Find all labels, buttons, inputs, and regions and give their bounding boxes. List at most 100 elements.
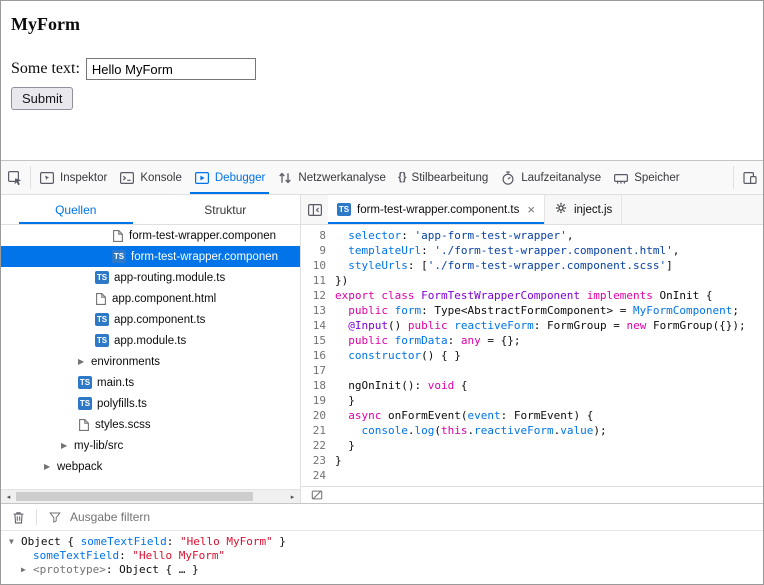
- tree-item-my-lib-src[interactable]: ▶my-lib/src: [1, 435, 300, 456]
- tree-item-app-component-html[interactable]: app.component.html: [1, 288, 300, 309]
- tree-item-polyfills-ts[interactable]: TSpolyfills.ts: [1, 393, 300, 414]
- responsive-design-mode-button[interactable]: [736, 161, 763, 194]
- page-title: MyForm: [11, 14, 753, 35]
- clear-console-button[interactable]: [5, 510, 32, 525]
- code-line: 9 templateUrl: './form-test-wrapper.comp…: [301, 243, 763, 258]
- tool-tab-label: Speicher: [634, 172, 679, 184]
- line-number[interactable]: 15: [301, 333, 335, 348]
- devtools-toolbar: InspektorKonsoleDebuggerNetzwerkanalyse{…: [1, 161, 763, 195]
- tree-item-label: form-test-wrapper.componen: [129, 230, 276, 242]
- scrollbar-thumb[interactable]: [16, 492, 253, 501]
- code-line: 16 constructor() { }: [301, 348, 763, 363]
- tree-item-app-routing-module-ts[interactable]: TSapp-routing.module.ts: [1, 267, 300, 288]
- line-number[interactable]: 21: [301, 423, 335, 438]
- expand-arrow-icon[interactable]: ▶: [61, 441, 74, 450]
- code-line: 14 @Input() public reactiveForm: FormGro…: [301, 318, 763, 333]
- code-line: 8 selector: 'app-form-test-wrapper',: [301, 228, 763, 243]
- hide-sources-panel-button[interactable]: [301, 195, 328, 224]
- code-line: 13 public form: Type<AbstractFormCompone…: [301, 303, 763, 318]
- line-number[interactable]: 24: [301, 468, 335, 483]
- console-icon: [119, 170, 135, 186]
- browser-window: { "page": { "title": "MyForm", "label": …: [0, 0, 764, 585]
- line-number[interactable]: 17: [301, 363, 335, 378]
- source-tab-inject-js[interactable]: inject.js: [545, 195, 622, 224]
- code-text: public form: Type<AbstractFormComponent>…: [335, 303, 739, 318]
- expand-arrow-icon[interactable]: ▶: [78, 357, 91, 366]
- file-icon: [78, 418, 90, 432]
- line-number[interactable]: 9: [301, 243, 335, 258]
- pretty-print-icon: [310, 488, 324, 502]
- tree-item-styles-scss[interactable]: styles.scss: [1, 414, 300, 435]
- tree-item-form-test-wrapper-componen[interactable]: TSform-test-wrapper.componen: [1, 246, 300, 267]
- line-number[interactable]: 8: [301, 228, 335, 243]
- tree-horizontal-scrollbar[interactable]: ◂ ▸: [1, 489, 300, 503]
- tree-item-webpack[interactable]: ▶webpack: [1, 456, 300, 477]
- tree-item-environments[interactable]: ▶environments: [1, 351, 300, 372]
- line-number[interactable]: 14: [301, 318, 335, 333]
- code-line: 23}: [301, 453, 763, 468]
- line-number[interactable]: 19: [301, 393, 335, 408]
- some-text-input[interactable]: [86, 58, 256, 80]
- code-editor: 8 selector: 'app-form-test-wrapper',9 te…: [301, 225, 763, 503]
- console-panel: ▼Object { someTextField: "Hello MyForm" …: [1, 503, 763, 584]
- line-number[interactable]: 18: [301, 378, 335, 393]
- tree-item-label: environments: [91, 356, 160, 368]
- scrollbar-track[interactable]: [16, 490, 285, 503]
- source-tab-form-test-wrapper-component-ts[interactable]: TSform-test-wrapper.component.ts×: [328, 195, 545, 224]
- tree-item-label: polyfills.ts: [97, 398, 147, 410]
- submit-button[interactable]: Submit: [11, 87, 73, 110]
- code-text: console.log(this.reactiveForm.value);: [335, 423, 607, 438]
- typescript-file-icon: TS: [78, 376, 92, 389]
- tool-tab-label: Laufzeitanalyse: [521, 172, 601, 184]
- pick-element-button[interactable]: [1, 161, 28, 194]
- performance-icon: [500, 170, 516, 186]
- close-tab-icon[interactable]: ×: [527, 203, 535, 216]
- tab-quellen[interactable]: Quellen: [1, 195, 151, 224]
- tool-tab-debugger[interactable]: Debugger: [188, 161, 272, 194]
- console-row: ▼Object { someTextField: "Hello MyForm" …: [1, 535, 763, 549]
- editor-footer: [301, 486, 763, 503]
- tool-tab-stilbearbeitung[interactable]: {}Stilbearbeitung: [392, 161, 494, 194]
- tab-struktur[interactable]: Struktur: [151, 195, 301, 224]
- code-text: }: [335, 438, 355, 453]
- tree-item-app-component-ts[interactable]: TSapp.component.ts: [1, 309, 300, 330]
- tool-tab-konsole[interactable]: Konsole: [113, 161, 188, 194]
- line-number[interactable]: 12: [301, 288, 335, 303]
- pretty-print-button[interactable]: [303, 488, 330, 502]
- code-text: selector: 'app-form-test-wrapper',: [335, 228, 573, 243]
- line-number[interactable]: 20: [301, 408, 335, 423]
- tree-item-main-ts[interactable]: TSmain.ts: [1, 372, 300, 393]
- line-number[interactable]: 13: [301, 303, 335, 318]
- scroll-right-icon[interactable]: ▸: [285, 490, 300, 504]
- scroll-left-icon[interactable]: ◂: [1, 490, 16, 504]
- tree-item-form-test-wrapper-componen[interactable]: form-test-wrapper.componen: [1, 225, 300, 246]
- injected-script-icon: [554, 201, 568, 218]
- tool-tab-netzwerkanalyse[interactable]: Netzwerkanalyse: [271, 161, 392, 194]
- tree-item-label: app.component.html: [112, 293, 216, 305]
- line-number[interactable]: 22: [301, 438, 335, 453]
- collapse-arrow-icon[interactable]: ▼: [9, 535, 21, 549]
- line-number[interactable]: 16: [301, 348, 335, 363]
- line-number[interactable]: 11: [301, 273, 335, 288]
- line-number[interactable]: 23: [301, 453, 335, 468]
- tree-item-label: form-test-wrapper.componen: [131, 251, 278, 263]
- code-text: constructor() { }: [335, 348, 461, 363]
- tree-item-label: app.component.ts: [114, 314, 205, 326]
- code-text: async onFormEvent(event: FormEvent) {: [335, 408, 593, 423]
- tool-tab-inspektor[interactable]: Inspektor: [33, 161, 113, 194]
- text-field-row: Some text:: [11, 58, 753, 80]
- console-filter-input[interactable]: [70, 510, 759, 524]
- sidebar-tabs: Quellen Struktur: [1, 195, 301, 224]
- tool-tab-laufzeitanalyse[interactable]: Laufzeitanalyse: [494, 161, 607, 194]
- source-tab-label: inject.js: [574, 204, 612, 216]
- line-number[interactable]: 10: [301, 258, 335, 273]
- code-text: }): [335, 273, 348, 288]
- code-text: export class FormTestWrapperComponent im…: [335, 288, 713, 303]
- text-field-label: Some text:: [11, 60, 80, 78]
- code-text: }: [335, 453, 342, 468]
- tree-item-app-module-ts[interactable]: TSapp.module.ts: [1, 330, 300, 351]
- tool-tab-speicher[interactable]: Speicher: [607, 161, 685, 194]
- expand-arrow-icon[interactable]: ▶: [21, 563, 33, 577]
- network-icon: [277, 170, 293, 186]
- expand-arrow-icon[interactable]: ▶: [44, 462, 57, 471]
